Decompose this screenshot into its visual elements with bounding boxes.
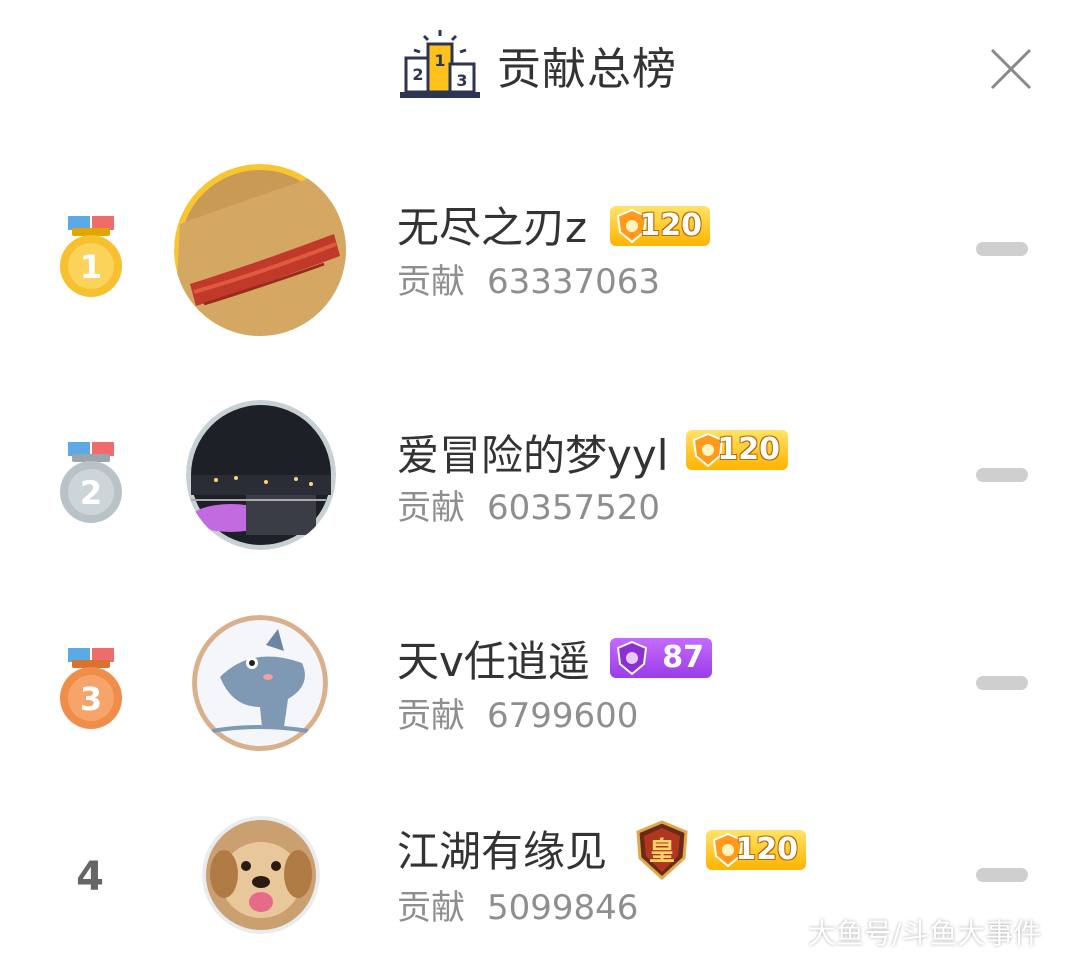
level-number: 120: [717, 432, 780, 467]
contribution-line: 贡献 60357520: [397, 486, 660, 530]
noble-emperor-badge-icon: 皇: [636, 820, 688, 880]
avatar-image: [174, 164, 346, 336]
svg-text:3: 3: [80, 680, 102, 718]
contribution-value: 60357520: [487, 488, 661, 528]
contribution-label: 贡献: [397, 262, 465, 302]
avatar[interactable]: [174, 164, 346, 336]
avatar-image: [202, 816, 320, 934]
rank-change-indicator: [976, 676, 1028, 690]
level-badge: 120: [686, 430, 788, 470]
list-item[interactable]: 1 无尽之刃z 120 贡献 63337063: [0, 160, 1080, 340]
contribution-value: 5099846: [487, 888, 639, 928]
level-badge: 87: [610, 638, 712, 678]
svg-text:3: 3: [456, 71, 467, 90]
list-item[interactable]: 4 江湖有缘见 皇 120 贡献 5099846: [0, 800, 1080, 980]
svg-text:2: 2: [80, 474, 102, 512]
gold-medal-icon: 1: [60, 216, 122, 297]
contribution-value: 6799600: [487, 696, 639, 736]
svg-text:1: 1: [80, 248, 102, 286]
avatar[interactable]: [186, 400, 336, 550]
list-item[interactable]: 3 天v任逍遥 87 贡献 6799600: [0, 610, 1080, 790]
crest-icon: [616, 640, 648, 676]
rank-change-indicator: [976, 468, 1028, 482]
rank-change-indicator: [976, 868, 1028, 882]
user-name[interactable]: 天v任逍遥: [397, 634, 590, 690]
user-name[interactable]: 无尽之刃z: [397, 200, 587, 256]
svg-text:2: 2: [412, 65, 423, 84]
page-title: 贡献总榜: [497, 44, 677, 95]
level-badge: 120: [610, 206, 710, 246]
level-number: 120: [639, 208, 702, 243]
contribution-label: 贡献: [397, 696, 465, 736]
contribution-value: 63337063: [487, 262, 661, 302]
avatar-image: [186, 400, 336, 550]
silver-medal-icon: 2: [60, 442, 122, 523]
rank-number: 4: [76, 854, 104, 900]
close-icon[interactable]: [986, 44, 1036, 94]
user-name[interactable]: 江湖有缘见: [397, 824, 607, 880]
contribution-line: 贡献 6799600: [397, 694, 638, 738]
svg-text:皇: 皇: [649, 837, 675, 867]
user-name[interactable]: 爱冒险的梦yyl: [397, 428, 668, 484]
svg-text:1: 1: [434, 51, 445, 70]
level-badge: 120: [706, 830, 806, 870]
avatar-image: [192, 615, 328, 751]
level-number: 120: [735, 832, 798, 867]
podium-icon: 2 1 3: [400, 30, 480, 98]
contribution-line: 贡献 63337063: [397, 260, 660, 304]
avatar[interactable]: [202, 816, 320, 934]
level-number: 87: [662, 640, 704, 675]
contribution-label: 贡献: [397, 888, 465, 928]
contribution-line: 贡献 5099846: [397, 886, 638, 930]
list-item[interactable]: 2 爱冒险的梦yyl 120 贡献 60357520: [0, 390, 1080, 570]
header: 2 1 3 贡献总榜: [0, 0, 1080, 140]
rank-change-indicator: [976, 242, 1028, 256]
watermark: 大鱼号/斗鱼大事件: [808, 917, 1042, 950]
bronze-medal-icon: 3: [60, 648, 122, 729]
avatar[interactable]: [192, 615, 328, 751]
contribution-label: 贡献: [397, 488, 465, 528]
